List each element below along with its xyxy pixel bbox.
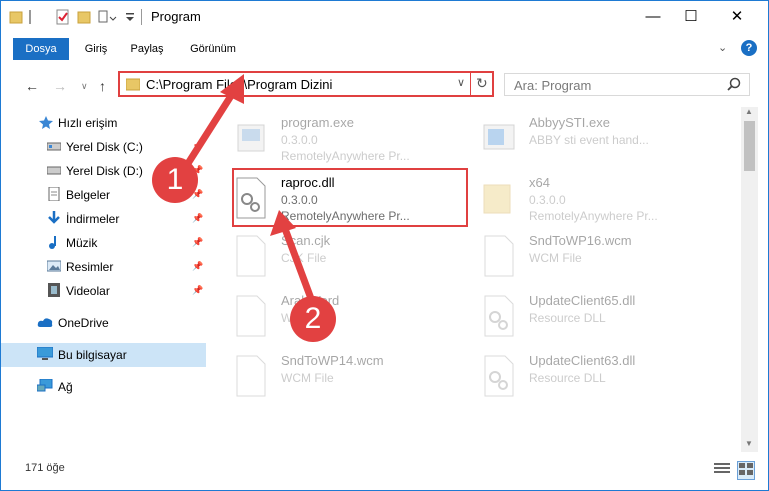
callout-badge-2: 2	[290, 296, 336, 342]
callout-badge-1: 1	[152, 157, 198, 203]
callout-arrows	[177, 74, 320, 314]
